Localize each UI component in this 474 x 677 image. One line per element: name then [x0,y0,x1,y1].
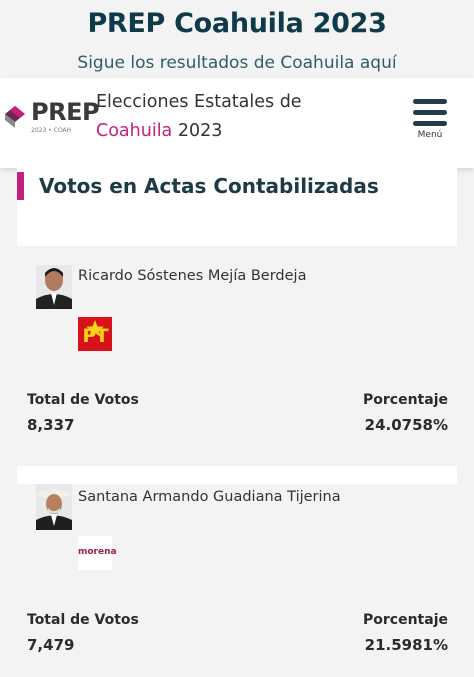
menu-label: Menú [417,130,443,140]
pt-logo-icon: PT [78,317,112,351]
banner-title: PREP Coahuila 2023 [87,8,387,39]
percentage-label: Porcentaje [363,612,448,628]
candidate-name: Santana Armando Guadiana Tijerina [78,489,341,505]
prep-logo-icon [5,106,25,128]
header-title-year: 2023 [172,121,223,141]
candidate-avatar [36,484,72,530]
votes-label: Total de Votos [27,612,139,628]
header-title-line2: Coahuila 2023 [96,117,336,146]
app-header: PREP 2023 • COAH Elecciones Estatales de… [0,78,474,168]
percentage-label: Porcentaje [363,392,448,408]
section-accent-bar [17,172,24,200]
candidate-card[interactable]: Santana Armando Guadiana Tijerina morena… [17,484,457,677]
percentage-value: 24.0758% [364,416,448,434]
menu-button[interactable]: Menú [408,96,452,146]
prep-logo[interactable]: PREP 2023 • COAH [3,98,100,142]
logo-subtext: 2023 • COAH [31,127,72,134]
candidate-card[interactable]: Ricardo Sóstenes Mejía Berdeja PT Total … [17,246,457,466]
top-banner: PREP Coahuila 2023 Sigue los resultados … [0,0,474,78]
candidate-avatar [36,265,72,309]
hamburger-icon [413,99,447,132]
banner-subtitle: Sigue los resultados de Coahuila aquí [77,53,397,73]
section-header: Votos en Actas Contabilizadas [17,168,457,246]
card-divider [17,466,457,484]
percentage-value: 21.5981% [364,636,448,654]
section-title: Votos en Actas Contabilizadas [39,174,379,198]
votes-value: 7,479 [27,636,75,654]
header-title: Elecciones Estatales de Coahuila 2023 [96,88,336,146]
header-title-accent: Coahuila [96,121,173,141]
pt-logo-label: PT [82,325,109,347]
votes-value: 8,337 [27,416,75,434]
morena-logo-icon: morena [78,536,117,570]
morena-logo-label: morena [78,547,117,557]
logo-text: PREP [31,98,100,126]
candidate-name: Ricardo Sóstenes Mejía Berdeja [78,268,307,284]
header-title-line1: Elecciones Estatales de [96,92,302,112]
votes-label: Total de Votos [27,392,139,408]
